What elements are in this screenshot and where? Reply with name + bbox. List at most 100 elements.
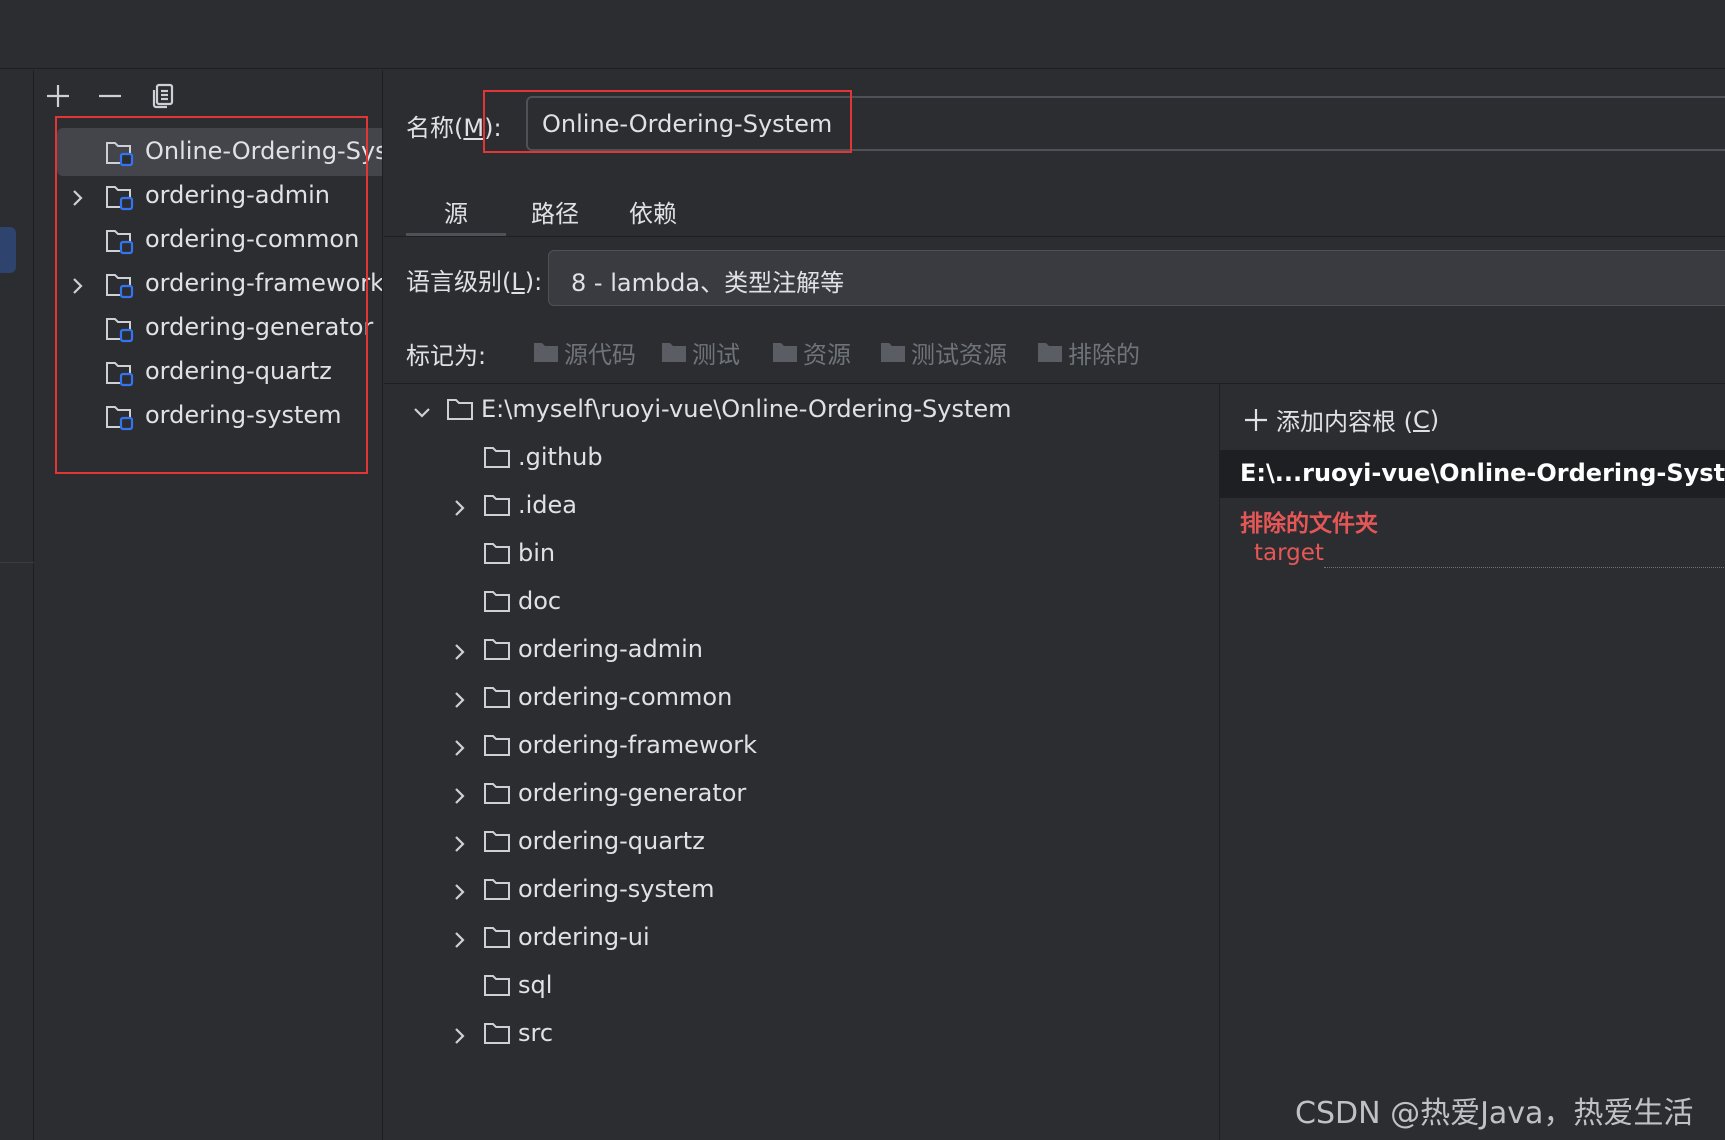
folder-icon <box>483 781 511 811</box>
add-module-button[interactable] <box>40 78 76 114</box>
remove-module-button[interactable] <box>92 78 128 114</box>
mark-as-label: 标记为: <box>406 342 487 370</box>
module-folder-icon <box>105 183 137 211</box>
module-label: ordering-common <box>145 225 360 253</box>
modules-panel: Online-Ordering-System ordering-admin orde… <box>35 70 383 1140</box>
chevron-right-icon[interactable] <box>449 880 469 900</box>
chevron-right-icon[interactable] <box>449 688 469 708</box>
module-label: ordering-framework <box>145 269 383 297</box>
tree-node-label: ordering-admin <box>518 635 703 663</box>
watermark: CSDN @热爱Java，热爱生活 <box>1295 1096 1694 1131</box>
mark-as-option[interactable]: 测试资源 <box>879 335 1007 369</box>
chevron-right-icon[interactable] <box>67 274 87 294</box>
tab-paths[interactable]: 路径 <box>506 185 604 237</box>
mark-as-option-label: 排除的 <box>1068 340 1140 369</box>
chevron-right-icon[interactable] <box>449 736 469 756</box>
modules-toolbar <box>35 70 382 114</box>
language-level-label: 语言级别(L): <box>406 268 543 296</box>
module-item[interactable]: ordering-admin <box>57 172 382 220</box>
tree-node-label: ordering-quartz <box>518 827 705 855</box>
plus-icon <box>47 85 69 107</box>
language-level-select[interactable]: 8 - lambda、类型注解等 <box>548 250 1725 306</box>
module-item[interactable]: ordering-generator <box>57 304 382 352</box>
tree-node-label: doc <box>518 587 562 615</box>
strip-divider <box>0 562 34 563</box>
chevron-right-icon[interactable] <box>449 1024 469 1044</box>
module-folder-icon <box>105 315 137 343</box>
folder-icon <box>662 343 686 362</box>
selected-category-marker[interactable] <box>0 227 16 273</box>
tree-node-label: E:\myself\ruoyi-vue\Online-Ordering-Syst… <box>481 395 1012 423</box>
module-item[interactable]: Online-Ordering-System <box>57 128 382 176</box>
tree-node-label: ordering-system <box>518 875 715 903</box>
chevron-right-icon[interactable] <box>449 928 469 948</box>
tree-node-label: ordering-framework <box>518 731 758 759</box>
project-structure-dialog: Online-Ordering-System ordering-admin orde… <box>0 0 1725 1140</box>
excluded-folder-item[interactable]: target <box>1254 540 1724 572</box>
tab-sources[interactable]: 源 <box>406 185 506 237</box>
tree-node-label: bin <box>518 539 556 567</box>
tab-dependencies[interactable]: 依赖 <box>604 185 702 237</box>
folder-icon <box>483 685 511 715</box>
module-label: ordering-system <box>145 401 342 429</box>
add-content-root-button[interactable]: 添加内容根 (C) <box>1244 402 1439 437</box>
folder-icon <box>483 1021 511 1051</box>
tabs-divider <box>384 236 1725 237</box>
leader-dots <box>1324 567 1724 568</box>
module-label: Online-Ordering-System <box>145 137 382 165</box>
module-label: ordering-admin <box>145 181 330 209</box>
folder-icon <box>483 637 511 667</box>
mark-as-option[interactable]: 源代码 <box>532 335 636 369</box>
mark-as-option-label: 测试 <box>692 340 740 369</box>
mark-as-option[interactable]: 资源 <box>771 335 851 369</box>
tree-node-label: sql <box>518 971 553 999</box>
content-file-tree: E:\myself\ruoyi-vue\Online-Ordering-Syst… <box>384 384 1219 1140</box>
module-list: Online-Ordering-System ordering-admin orde… <box>57 128 383 440</box>
folder-icon <box>483 733 511 763</box>
module-label: ordering-quartz <box>145 357 332 385</box>
copy-module-button[interactable] <box>145 78 181 114</box>
excluded-folder-label: target <box>1254 540 1324 566</box>
chevron-right-icon[interactable] <box>449 832 469 852</box>
module-name-input[interactable] <box>526 96 1725 151</box>
mark-as-option-label: 源代码 <box>564 340 636 369</box>
module-folder-icon <box>105 403 137 431</box>
module-folder-icon <box>105 139 137 167</box>
folder-icon <box>1038 343 1062 362</box>
module-settings-panel: 名称(M): 源 路径 依赖 语言级别(L): 8 - lambda、类型注解等… <box>384 70 1725 1140</box>
mark-as-option[interactable]: 排除的 <box>1036 335 1140 369</box>
tree-node-label: ordering-ui <box>518 923 650 951</box>
mark-as-option-label: 测试资源 <box>911 340 1007 369</box>
module-folder-icon <box>105 359 137 387</box>
mark-as-option-label: 资源 <box>803 340 851 369</box>
module-item[interactable]: ordering-common <box>57 216 382 264</box>
module-folder-icon <box>105 227 137 255</box>
module-item[interactable]: ordering-system <box>57 392 382 440</box>
plus-icon <box>1245 408 1267 431</box>
folder-icon <box>773 343 797 362</box>
minus-icon <box>99 94 121 98</box>
module-item[interactable]: ordering-framework <box>57 260 383 308</box>
title-bar <box>0 0 1725 69</box>
excluded-folders-title: 排除的文件夹 <box>1240 511 1378 537</box>
folder-icon <box>483 493 511 523</box>
chevron-right-icon[interactable] <box>449 496 469 516</box>
chevron-down-icon[interactable] <box>412 400 432 420</box>
content-roots-panel: 添加内容根 (C) E:\...ruoyi-vue\Online-Orderin… <box>1219 384 1725 1140</box>
mark-as-option[interactable]: 测试 <box>660 335 740 369</box>
module-item[interactable]: ordering-quartz <box>57 348 382 396</box>
folder-icon <box>483 973 511 1003</box>
name-label: 名称(M): <box>406 114 502 142</box>
folder-icon <box>483 877 511 907</box>
copy-icon <box>152 83 174 109</box>
settings-tabs: 源 路径 依赖 <box>406 185 1725 237</box>
chevron-right-icon[interactable] <box>449 640 469 660</box>
module-folder-icon <box>105 271 137 299</box>
folder-icon <box>483 589 511 619</box>
tree-node-label: ordering-common <box>518 683 733 711</box>
settings-category-strip <box>0 70 34 1140</box>
content-root-path[interactable]: E:\...ruoyi-vue\Online-Ordering-System <box>1220 450 1725 498</box>
chevron-right-icon[interactable] <box>449 784 469 804</box>
chevron-right-icon[interactable] <box>67 186 87 206</box>
folder-icon <box>483 829 511 859</box>
